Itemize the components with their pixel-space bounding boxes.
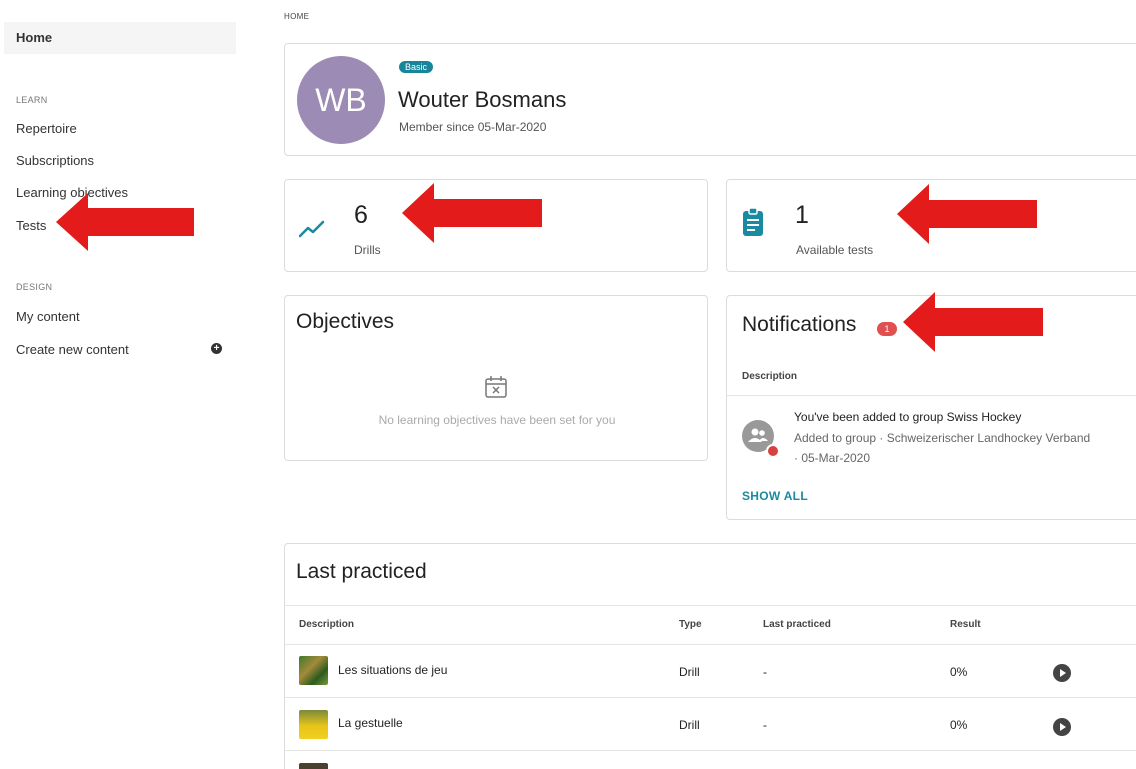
notification-count-badge: 1 — [877, 322, 897, 336]
drill-thumbnail — [299, 656, 328, 685]
column-header-type[interactable]: Type — [679, 619, 702, 630]
row-type: Drill — [679, 665, 700, 679]
trend-line-icon — [299, 220, 325, 238]
divider — [727, 395, 1136, 396]
sidebar-item-create-new-content[interactable]: Create new content — [16, 342, 129, 357]
profile-name: Wouter Bosmans — [398, 87, 567, 112]
sidebar-section-learn: LEARN — [16, 95, 48, 105]
sidebar-item-repertoire[interactable]: Repertoire — [16, 121, 77, 136]
column-header-description[interactable]: Description — [299, 619, 354, 630]
sidebar-item-home[interactable]: Home — [4, 22, 236, 54]
tests-count: 1 — [795, 201, 809, 229]
sidebar-item-subscriptions[interactable]: Subscriptions — [16, 153, 94, 168]
divider — [285, 644, 1136, 645]
sidebar-item-tests[interactable]: Tests — [16, 218, 46, 233]
organization-badge-icon — [766, 444, 780, 458]
last-practiced-card: Last practiced Description Type Last pra… — [284, 543, 1136, 769]
annotation-arrow-icon — [903, 292, 1043, 352]
row-description[interactable]: Les situations de jeu — [338, 663, 447, 677]
notifications-column-header: Description — [742, 371, 798, 382]
avatar: WB — [297, 56, 385, 144]
row-description[interactable]: La gestuelle — [338, 716, 403, 730]
notification-title[interactable]: You've been added to group Swiss Hockey — [794, 410, 1021, 424]
row-last-practiced: - — [763, 718, 767, 732]
member-since: Member since 05-Mar-2020 — [399, 120, 547, 134]
clipboard-icon — [743, 207, 763, 236]
show-all-link[interactable]: SHOW ALL — [742, 489, 808, 503]
profile-card: WB Basic Wouter Bosmans Member since 05-… — [284, 43, 1136, 156]
sidebar: Home LEARN Repertoire Subscriptions Lear… — [0, 0, 250, 769]
divider — [285, 697, 1136, 698]
row-result: 0% — [950, 718, 968, 732]
membership-badge: Basic — [399, 61, 434, 73]
drills-count: 6 — [354, 201, 368, 229]
last-practiced-title: Last practiced — [296, 560, 427, 583]
sidebar-item-my-content[interactable]: My content — [16, 309, 80, 324]
breadcrumb[interactable]: HOME — [284, 12, 309, 21]
drill-thumbnail — [299, 710, 328, 739]
calendar-x-icon — [485, 376, 507, 398]
tests-label: Available tests — [796, 243, 874, 257]
notification-date: · 05-Mar-2020 — [794, 451, 871, 465]
divider — [285, 605, 1136, 606]
row-last-practiced: - — [763, 665, 767, 679]
row-result: 0% — [950, 665, 968, 679]
play-icon[interactable] — [1053, 664, 1071, 682]
sidebar-item-label: Home — [16, 30, 53, 45]
drill-thumbnail — [299, 763, 328, 769]
annotation-arrow-icon — [897, 184, 1037, 244]
annotation-arrow-icon — [402, 183, 542, 243]
play-icon[interactable] — [1053, 718, 1071, 736]
annotation-arrow-icon — [56, 193, 194, 251]
sidebar-section-design: DESIGN — [16, 282, 53, 292]
column-header-last-practiced[interactable]: Last practiced — [763, 619, 831, 630]
objectives-empty-message: No learning objectives have been set for… — [378, 413, 616, 427]
divider — [285, 750, 1136, 751]
row-type: Drill — [679, 718, 700, 732]
plus-circle-icon[interactable]: + — [211, 343, 222, 354]
drills-label: Drills — [354, 243, 381, 257]
column-header-result[interactable]: Result — [950, 619, 981, 630]
notifications-title: Notifications — [742, 313, 857, 336]
objectives-title: Objectives — [296, 310, 395, 333]
notification-detail: Added to group · Schweizerischer Landhoc… — [794, 431, 1091, 445]
objectives-card: Objectives No learning objectives have b… — [284, 295, 708, 461]
